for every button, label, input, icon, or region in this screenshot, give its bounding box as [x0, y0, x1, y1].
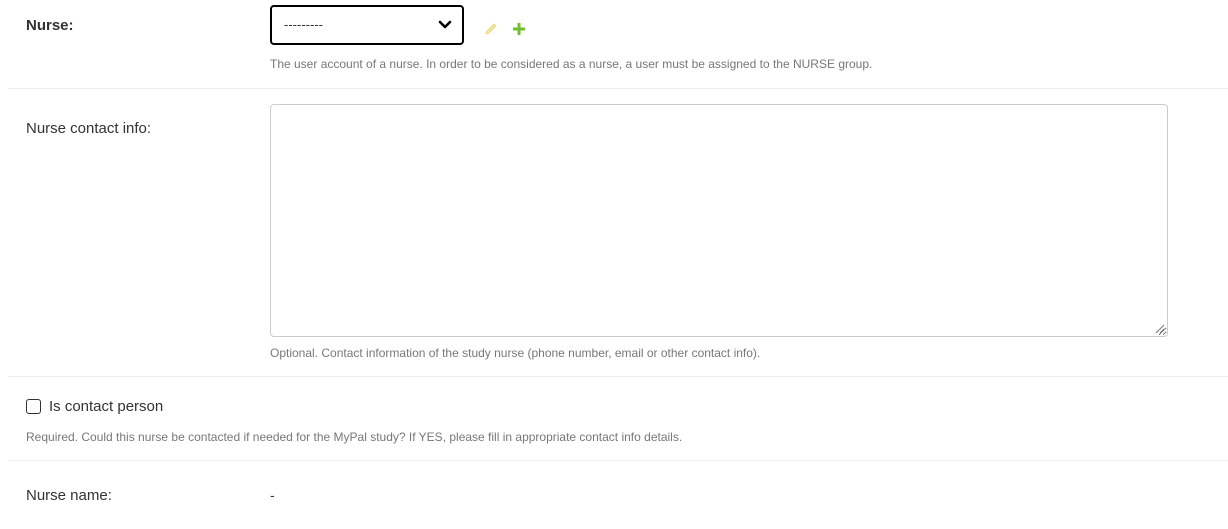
chevron-down-icon [438, 20, 452, 29]
divider [8, 376, 1228, 377]
nurse-contact-info-help-text: Optional. Contact information of the stu… [270, 346, 761, 360]
plus-icon[interactable] [512, 22, 526, 36]
nurse-label: Nurse: [26, 17, 74, 34]
nurse-contact-info-textarea[interactable] [270, 104, 1168, 337]
nurse-name-label: Nurse name: [26, 487, 112, 504]
nurse-help-text: The user account of a nurse. In order to… [270, 57, 873, 71]
is-contact-person-help-text: Required. Could this nurse be contacted … [26, 430, 683, 444]
divider [8, 88, 1228, 89]
pencil-icon[interactable] [484, 22, 498, 36]
is-contact-person-label[interactable]: Is contact person [49, 398, 163, 415]
nurse-field-row: Nurse: --------- The user account of a n… [0, 0, 1228, 88]
resize-grip-icon[interactable] [1155, 324, 1165, 334]
divider [8, 460, 1228, 461]
nurse-select[interactable]: --------- [270, 5, 464, 45]
nurse-name-value: - [270, 487, 275, 503]
nurse-select-value: --------- [284, 17, 323, 32]
nurse-contact-info-label: Nurse contact info: [26, 120, 152, 137]
is-contact-person-checkbox[interactable] [26, 399, 41, 414]
